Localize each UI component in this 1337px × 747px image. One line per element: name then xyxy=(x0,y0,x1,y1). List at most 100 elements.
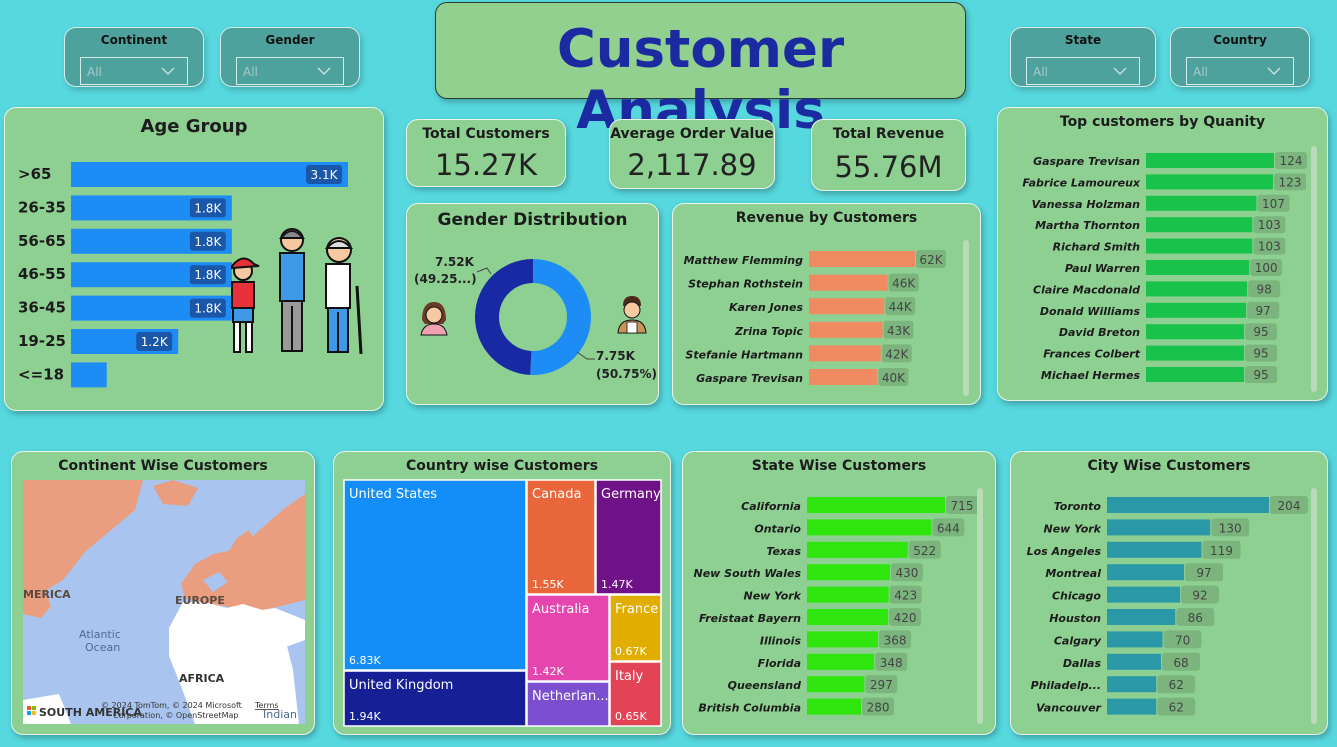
top-customers-panel: Top customers by Quanity Gaspare Trevisa… xyxy=(997,107,1328,401)
bar xyxy=(1146,302,1247,318)
treemap-tile-value: 0.65K xyxy=(615,710,647,723)
bar xyxy=(1107,653,1161,670)
bar-value-label: 280 xyxy=(867,701,890,715)
bar xyxy=(809,369,878,385)
bar xyxy=(807,631,879,648)
scrollbar[interactable] xyxy=(1311,146,1317,392)
dropdown-value: All xyxy=(243,65,258,79)
bar-value-label: 44K xyxy=(889,300,913,314)
kpi-total-customers: Total Customers 15.27K xyxy=(406,119,566,187)
gender-distribution-panel: Gender Distribution 7.52K (49.25...) 7.75K… xyxy=(406,203,659,405)
bar-value-label: 100 xyxy=(1255,261,1278,275)
continent-map-panel: Continent Wise Customers MERICA EUROPE A… xyxy=(11,451,315,735)
bar-category-label: Ontario xyxy=(754,522,801,535)
map-terms-link[interactable]: Terms xyxy=(254,701,279,710)
bar xyxy=(809,321,883,338)
bar-value-label: 86 xyxy=(1188,611,1203,625)
kpi-value: 2,117.89 xyxy=(627,148,757,182)
bar-category-label: Freistaat Bayern xyxy=(699,612,801,625)
treemap-tile-name: Australia xyxy=(532,602,590,617)
country-dropdown[interactable]: All xyxy=(1186,57,1294,85)
country-treemap[interactable]: United States 6.83K Canada 1.55K Germany 1.47… xyxy=(334,452,672,736)
bar xyxy=(1107,698,1157,715)
treemap-tile-value: 6.83K xyxy=(349,654,381,667)
bar-value-label: 715 xyxy=(951,499,974,513)
bar-category-label: Frances Colbert xyxy=(1043,348,1141,361)
bar xyxy=(1107,631,1163,648)
bar xyxy=(807,541,908,558)
scrollbar[interactable] xyxy=(977,488,983,724)
top-customers-bar-chart[interactable]: Gaspare Trevisan 124 Fabrice Lamoureux 123 V… xyxy=(998,108,1329,402)
bar-category-label: Queensland xyxy=(728,679,802,692)
bar-category-label: New York xyxy=(743,590,801,603)
treemap-tile-name: Germany xyxy=(601,487,661,502)
bar xyxy=(809,298,885,315)
bar-value-label: 107 xyxy=(1262,197,1285,211)
bar xyxy=(1146,367,1245,382)
bar-category-label: David Breton xyxy=(1059,326,1140,339)
revenue-bar-chart[interactable]: Matthew Flemming 62K Stephan Rothstein 46K K… xyxy=(673,204,982,406)
bar xyxy=(1107,609,1176,625)
scrollbar[interactable] xyxy=(1311,488,1317,724)
treemap-tile-name: Canada xyxy=(532,487,581,502)
kpi-label: Average Order Value xyxy=(610,126,774,142)
bar-value-label: 368 xyxy=(884,633,907,647)
bar-category-label: Philadelp... xyxy=(1031,679,1101,692)
state-dropdown[interactable]: All xyxy=(1026,57,1140,85)
bar-category-label: California xyxy=(741,500,801,513)
age-category-label: >65 xyxy=(18,165,51,183)
kpi-value: 15.27K xyxy=(434,148,538,182)
treemap-tile-value: 1.55K xyxy=(532,578,564,591)
state-bar-chart[interactable]: California 715 Ontario 644 Texas 522 New South… xyxy=(683,452,997,736)
bar-category-label: Dallas xyxy=(1063,657,1102,670)
age-category-label: 46-55 xyxy=(18,265,66,283)
slicer-country[interactable]: Country All xyxy=(1170,27,1310,87)
slicer-label: Country xyxy=(1213,33,1267,47)
bar-category-label: Gaspare Trevisan xyxy=(696,372,803,385)
bar-category-label: Vancouver xyxy=(1036,702,1101,715)
bar xyxy=(1107,497,1269,513)
slice-value-label: 7.52K xyxy=(435,255,475,269)
bar-category-label: Calgary xyxy=(1054,634,1102,647)
slicer-continent[interactable]: Continent All xyxy=(64,27,204,87)
treemap-tile-name: Italy xyxy=(615,669,644,684)
people-icon xyxy=(231,228,363,355)
map-label-ocean: Ocean xyxy=(85,641,120,654)
bar-value-label: 95 xyxy=(1253,368,1268,382)
bar-value-label: 97 xyxy=(1255,304,1270,318)
bar-value-label: 119 xyxy=(1210,544,1233,558)
bar-category-label: New York xyxy=(1043,522,1101,535)
scrollbar[interactable] xyxy=(963,240,969,396)
state-customers-panel: State Wise Customers California 715 Ontari… xyxy=(682,451,996,735)
bar-value-label: 62K xyxy=(919,253,943,267)
bar-category-label: Michael Hermes xyxy=(1041,369,1141,382)
bar-value-label: 103 xyxy=(1258,218,1281,232)
bar-category-label: Zrina Topic xyxy=(734,325,804,338)
world-map[interactable]: MERICA EUROPE Atlantic Ocean AFRICA Indi… xyxy=(23,480,305,724)
dropdown-value: All xyxy=(1193,65,1208,79)
continent-dropdown[interactable]: All xyxy=(80,57,188,85)
slicer-gender[interactable]: Gender All xyxy=(220,27,360,87)
treemap-tile-value: 1.94K xyxy=(349,710,381,723)
bar-value-label: 62 xyxy=(1169,678,1184,692)
chevron-down-icon xyxy=(317,67,331,75)
bar-value-label: 40K xyxy=(882,371,906,385)
bar-value-label: 43K xyxy=(887,324,911,338)
leader-line xyxy=(576,351,595,360)
bar-value-label: 522 xyxy=(913,544,936,558)
chevron-down-icon xyxy=(161,67,175,75)
bar xyxy=(1146,281,1248,297)
bar xyxy=(807,676,865,693)
bar-value-label: 644 xyxy=(937,521,960,535)
gender-dropdown[interactable]: All xyxy=(236,57,344,85)
bar-category-label: Paul Warren xyxy=(1065,262,1140,275)
chevron-down-icon xyxy=(1267,67,1281,75)
bar-value-label: 123 xyxy=(1279,175,1302,189)
city-bar-chart[interactable]: Toronto 204 New York 130 Los Angeles 119 Montr… xyxy=(1011,452,1329,736)
dropdown-value: All xyxy=(1033,65,1048,79)
treemap-tile-value: 0.67K xyxy=(615,645,647,658)
slicer-state[interactable]: State All xyxy=(1010,27,1156,87)
bar-value-label: 348 xyxy=(880,656,903,670)
bar-category-label: Houston xyxy=(1049,612,1101,625)
age-category-label: 56-65 xyxy=(18,232,66,250)
